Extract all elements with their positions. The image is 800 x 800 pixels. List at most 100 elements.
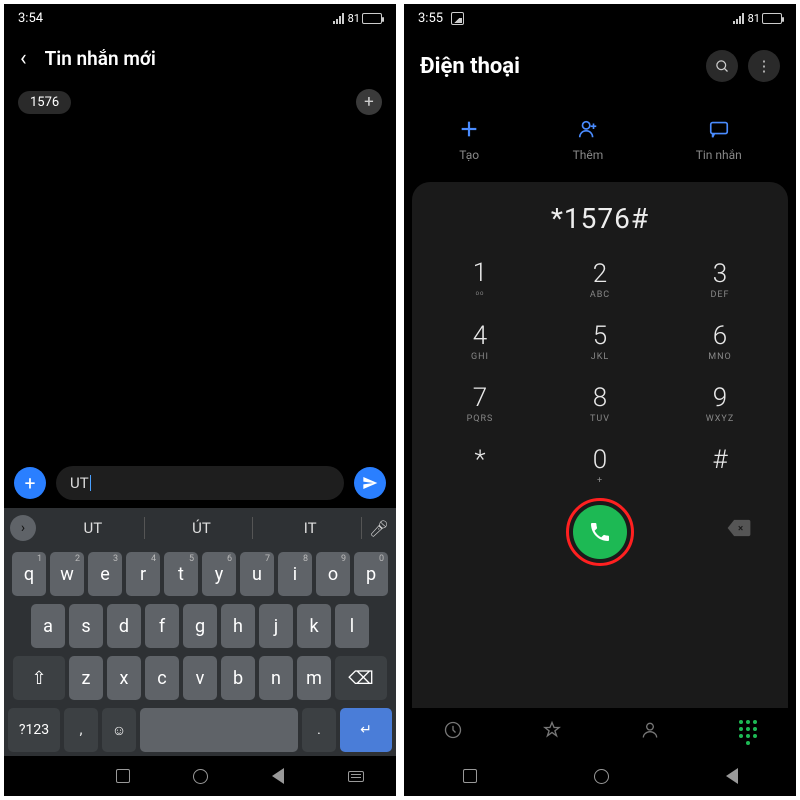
add-contact-button[interactable]: Thêm: [573, 118, 604, 162]
status-icons: 81: [333, 12, 382, 25]
key-e[interactable]: e3: [88, 552, 122, 596]
key-o[interactable]: o9: [316, 552, 350, 596]
svg-text:×: ×: [738, 523, 743, 534]
tab-recents[interactable]: [443, 720, 463, 744]
suggestion-1[interactable]: UT: [42, 517, 145, 539]
key-v[interactable]: v: [183, 656, 217, 700]
call-button[interactable]: [573, 505, 627, 559]
key-x[interactable]: x: [107, 656, 141, 700]
key-q[interactable]: q1: [12, 552, 46, 596]
message-body: [4, 123, 396, 458]
dial-key-0[interactable]: 0+: [540, 435, 660, 497]
call-row: ×: [420, 497, 780, 563]
key-l[interactable]: l: [335, 604, 369, 648]
home-button[interactable]: [193, 769, 208, 784]
key-g[interactable]: g: [183, 604, 217, 648]
dial-key-1[interactable]: 1ᵒᵒ: [420, 249, 540, 311]
tab-bar: [404, 708, 796, 756]
home-button[interactable]: [594, 769, 609, 784]
key-n[interactable]: n: [259, 656, 293, 700]
key-z[interactable]: z: [69, 656, 103, 700]
tab-contacts[interactable]: [640, 720, 660, 744]
dial-key-#[interactable]: #: [660, 435, 780, 497]
back-button[interactable]: [726, 768, 738, 784]
header: ‹ Tin nhắn mới: [4, 32, 396, 89]
key-t[interactable]: t5: [164, 552, 198, 596]
key-c[interactable]: c: [145, 656, 179, 700]
recent-apps-button[interactable]: [463, 769, 477, 783]
dial-keys: 1ᵒᵒ2ABC3DEF 4GHI5JKL6MNO 7PQRS8TUV9WXYZ * 0…: [420, 249, 780, 497]
key-row-2: asdfghjkl: [4, 600, 396, 652]
key-m[interactable]: m: [297, 656, 331, 700]
shift-key[interactable]: ⇧: [13, 656, 65, 700]
signal-icon: [733, 13, 744, 24]
create-contact-button[interactable]: Tạo: [458, 118, 480, 162]
keyboard: › UT ÚT IT 🎤︎ q1w2e3r4t5y6u7i8o9p0 asdfg…: [4, 508, 396, 756]
dial-key-7[interactable]: 7PQRS: [420, 373, 540, 435]
space-key[interactable]: [140, 708, 298, 752]
key-k[interactable]: k: [297, 604, 331, 648]
attach-button[interactable]: +: [14, 467, 46, 499]
header: Điện thoại ⋮: [404, 32, 796, 90]
recipient-chip[interactable]: 1576: [18, 91, 71, 114]
key-p[interactable]: p0: [354, 552, 388, 596]
period-key[interactable]: .: [302, 708, 336, 752]
dial-key-6[interactable]: 6MNO: [660, 311, 780, 373]
status-bar: 3:54 81: [4, 4, 396, 32]
suggestion-2[interactable]: ÚT: [151, 517, 254, 539]
dial-key-9[interactable]: 9WXYZ: [660, 373, 780, 435]
key-r[interactable]: r4: [126, 552, 160, 596]
status-bar: 3:55 81: [404, 4, 796, 32]
more-button[interactable]: ⋮: [748, 50, 780, 82]
key-s[interactable]: s: [69, 604, 103, 648]
compose-bar: + UT: [4, 458, 396, 508]
recent-apps-button[interactable]: [116, 769, 130, 783]
dialpad: *1576# 1ᵒᵒ2ABC3DEF 4GHI5JKL6MNO 7PQRS8TUV9…: [412, 182, 788, 708]
status-time: 3:55: [418, 11, 443, 26]
key-row-4: ?123 , ☺ . ↵: [4, 704, 396, 756]
key-row-1: q1w2e3r4t5y6u7i8o9p0: [4, 548, 396, 600]
key-f[interactable]: f: [145, 604, 179, 648]
nav-bar: [4, 756, 396, 796]
key-d[interactable]: d: [107, 604, 141, 648]
emoji-key[interactable]: ☺: [102, 708, 136, 752]
symbols-key[interactable]: ?123: [8, 708, 60, 752]
mic-icon[interactable]: 🎤︎: [368, 519, 390, 538]
keyboard-switch-icon[interactable]: [348, 771, 364, 782]
key-j[interactable]: j: [259, 604, 293, 648]
backspace-button[interactable]: ×: [726, 518, 752, 542]
message-input[interactable]: UT: [56, 466, 344, 500]
back-button[interactable]: [272, 768, 284, 784]
recipient-row: 1576 +: [4, 89, 396, 123]
add-recipient-button[interactable]: +: [356, 89, 382, 115]
dial-key-2[interactable]: 2ABC: [540, 249, 660, 311]
key-i[interactable]: i8: [278, 552, 312, 596]
key-y[interactable]: y6: [202, 552, 236, 596]
enter-key[interactable]: ↵: [340, 708, 392, 752]
suggestion-3[interactable]: IT: [259, 517, 362, 539]
dialed-number[interactable]: *1576#: [420, 196, 780, 249]
phone-dialer: 3:55 81 Điện thoại ⋮ Tạo Thêm Tin nhắn: [404, 4, 796, 796]
key-h[interactable]: h: [221, 604, 255, 648]
dial-key-8[interactable]: 8TUV: [540, 373, 660, 435]
dial-key-4[interactable]: 4GHI: [420, 311, 540, 373]
dial-key-*[interactable]: *: [420, 435, 540, 497]
key-w[interactable]: w2: [50, 552, 84, 596]
tab-keypad[interactable]: [739, 720, 757, 745]
search-button[interactable]: [706, 50, 738, 82]
signal-icon: [333, 13, 344, 24]
send-button[interactable]: [354, 467, 386, 499]
battery-icon: 81: [348, 12, 382, 25]
expand-suggestions-icon[interactable]: ›: [10, 515, 36, 541]
dial-key-5[interactable]: 5JKL: [540, 311, 660, 373]
dial-key-3[interactable]: 3DEF: [660, 249, 780, 311]
comma-key[interactable]: ,: [64, 708, 98, 752]
nav-bar: [404, 756, 796, 796]
key-u[interactable]: u7: [240, 552, 274, 596]
message-button[interactable]: Tin nhắn: [696, 118, 742, 162]
back-icon[interactable]: ‹: [20, 46, 27, 71]
backspace-key[interactable]: ⌫: [335, 656, 387, 700]
tab-favorites[interactable]: [542, 720, 562, 744]
key-b[interactable]: b: [221, 656, 255, 700]
key-a[interactable]: a: [31, 604, 65, 648]
